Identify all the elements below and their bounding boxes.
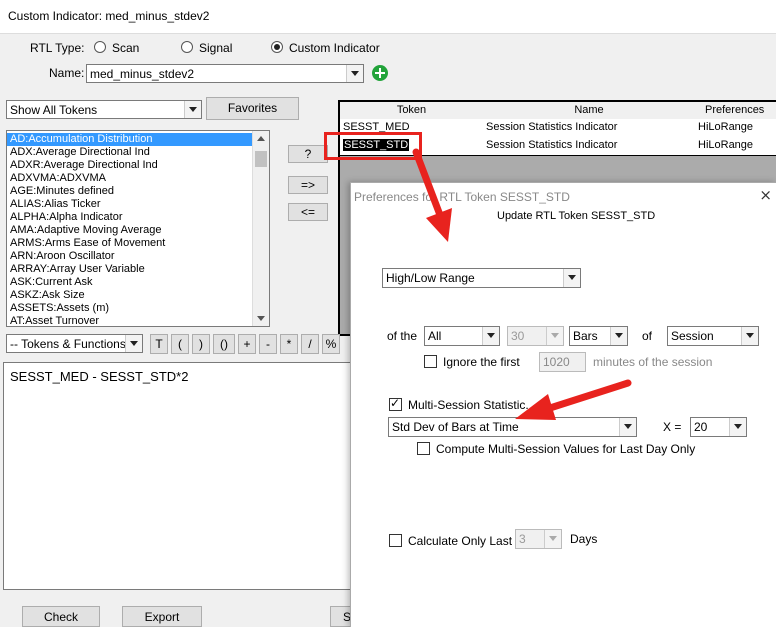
arrow-left-icon	[515, 379, 632, 420]
annotation-arrows	[412, 148, 632, 420]
arrow-down-icon	[412, 148, 452, 242]
